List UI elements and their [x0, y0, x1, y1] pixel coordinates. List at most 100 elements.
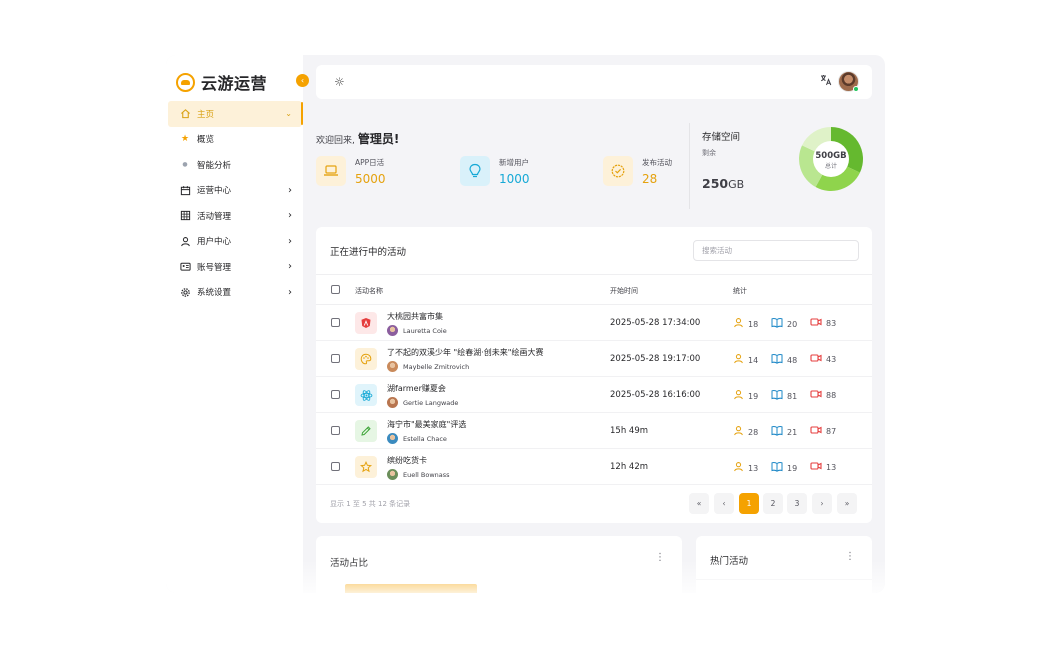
stat-value: 1000: [499, 171, 530, 186]
divider: [696, 579, 872, 580]
table-row[interactable]: 缤纷吃货卡 Euell Bownass 12h 42m 13 19 13: [316, 449, 872, 485]
avatar: [387, 361, 398, 372]
stat-value: 5000: [355, 171, 386, 186]
card-title: 正在进行中的活动: [330, 247, 407, 258]
sidebar-item-overview[interactable]: ★ 概览: [168, 127, 302, 153]
last-page-button[interactable]: »: [837, 493, 857, 514]
reads-metric: 20: [771, 317, 797, 331]
table-header: 活动名称 开始时间 统计: [316, 274, 872, 305]
sidebar-item-label: 活动管理: [197, 211, 232, 222]
react-icon: [355, 384, 377, 406]
stat-new-users: 新增用户 1000: [460, 156, 530, 186]
activity-name[interactable]: 湖farmer赚夏会: [387, 383, 446, 394]
sun-icon[interactable]: ☼: [334, 75, 345, 89]
pencil-icon: [355, 420, 377, 442]
storage-remaining-unit: GB: [728, 178, 745, 191]
book-icon: [771, 317, 783, 331]
sidebar-item-label: 智能分析: [197, 160, 232, 171]
participants-count: 18: [748, 319, 759, 329]
active-indicator: [301, 102, 303, 125]
hot-activities-card: 热门活动 ⋮: [696, 536, 872, 593]
videos-count: 43: [826, 355, 837, 364]
sidebar-item-activities[interactable]: 活动管理 ›: [168, 203, 302, 229]
page-1-button[interactable]: 1: [739, 493, 759, 514]
reads-count: 19: [787, 463, 798, 473]
participants-count: 19: [748, 391, 759, 401]
sidebar: 云游运营 主页 ⌄ ★ 概览 ● 智能分析 运营中心 › 活动管理 › 用户中心…: [166, 55, 303, 593]
more-options-icon[interactable]: ⋮: [845, 551, 855, 562]
id-card-icon: [178, 260, 192, 274]
topbar: ☼: [316, 65, 872, 99]
chevron-right-icon: ›: [288, 286, 292, 298]
stat-label: 新增用户: [499, 157, 529, 167]
sidebar-item-home[interactable]: 主页 ⌄: [168, 101, 302, 127]
storage-remaining-value: 250: [702, 176, 729, 191]
reads-count: 20: [787, 319, 798, 329]
sidebar-item-settings[interactable]: 系统设置 ›: [168, 280, 302, 306]
activity-share-card: 活动占比 ⋮: [316, 536, 682, 593]
table-row[interactable]: 海宁市"最美家庭"评选 Estella Chace 15h 49m 28 21 87: [316, 413, 872, 449]
video-icon: [810, 317, 822, 330]
dot-icon: ●: [182, 161, 188, 169]
angular-icon: [355, 312, 377, 334]
row-checkbox[interactable]: [331, 426, 340, 435]
row-checkbox[interactable]: [331, 462, 340, 471]
stat-label: APP日活: [355, 157, 385, 167]
sidebar-item-users[interactable]: 用户中心 ›: [168, 229, 302, 255]
participants-metric: 14: [733, 353, 758, 367]
more-options-icon[interactable]: ⋮: [655, 552, 665, 563]
sidebar-item-analytics[interactable]: ● 智能分析: [168, 152, 302, 178]
activity-owner: Estella Chace: [387, 433, 447, 444]
stat-daily-active: APP日活 5000: [316, 156, 386, 186]
chevron-down-icon: ⌄: [285, 109, 292, 119]
participants-metric: 18: [733, 317, 758, 331]
row-checkbox[interactable]: [331, 390, 340, 399]
welcome-greeting: 欢迎回来,: [316, 136, 355, 146]
page-3-button[interactable]: 3: [787, 493, 807, 514]
activity-name[interactable]: 大桃园共富市集: [387, 311, 443, 322]
sidebar-nav: 主页 ⌄ ★ 概览 ● 智能分析 运营中心 › 活动管理 › 用户中心 › 账号…: [168, 101, 302, 305]
search-input[interactable]: [693, 240, 859, 261]
row-checkbox[interactable]: [331, 318, 340, 327]
collapse-sidebar-button[interactable]: ‹: [296, 74, 309, 87]
participants-metric: 13: [733, 461, 758, 475]
table-row[interactable]: 大桃园共富市集 Lauretta Coie 2025-05-28 17:34:00 1…: [316, 305, 872, 341]
calendar-icon: [178, 183, 192, 197]
reads-metric: 21: [771, 425, 797, 439]
row-checkbox[interactable]: [331, 354, 340, 363]
videos-metric: 83: [810, 317, 836, 330]
sidebar-item-label: 运营中心: [197, 186, 232, 197]
sidebar-item-operations[interactable]: 运营中心 ›: [168, 178, 302, 204]
video-icon: [810, 389, 822, 402]
next-page-button[interactable]: ›: [812, 493, 832, 514]
owner-name: Estella Chace: [403, 434, 447, 443]
card-title: 热门活动: [710, 556, 749, 567]
sidebar-item-label: 系统设置: [197, 288, 232, 299]
column-header-name: 活动名称: [355, 287, 383, 295]
activity-name[interactable]: 海宁市"最美家庭"评选: [387, 419, 466, 430]
activity-name[interactable]: 了不起的双溪少年 "绘春湖·创未来"绘画大赛: [387, 347, 543, 358]
prev-page-button[interactable]: ‹: [714, 493, 734, 514]
table-row[interactable]: 湖farmer赚夏会 Gertie Langwade 2025-05-28 16:1…: [316, 377, 872, 413]
table-row[interactable]: 了不起的双溪少年 "绘春湖·创未来"绘画大赛 Maybelle Zmitrovic…: [316, 341, 872, 377]
videos-count: 13: [826, 463, 837, 472]
palette-icon: [355, 348, 377, 370]
badge-check-icon: [603, 156, 633, 186]
activity-owner: Lauretta Coie: [387, 325, 447, 336]
select-all-checkbox[interactable]: [331, 285, 340, 294]
stat-published: 发布活动 28: [603, 156, 672, 186]
star-outline-icon: [355, 456, 377, 478]
chevron-right-icon: ›: [288, 184, 292, 196]
book-icon: [771, 353, 783, 367]
app-frame: 云游运营 主页 ⌄ ★ 概览 ● 智能分析 运营中心 › 活动管理 › 用户中心…: [166, 55, 885, 593]
sidebar-item-accounts[interactable]: 账号管理 ›: [168, 254, 302, 280]
start-time: 2025-05-28 16:16:00: [610, 390, 701, 400]
card-title: 活动占比: [330, 558, 369, 569]
page-2-button[interactable]: 2: [763, 493, 783, 514]
translate-icon[interactable]: [820, 74, 832, 89]
app-logo[interactable]: 云游运营: [176, 70, 267, 94]
activity-name[interactable]: 缤纷吃货卡: [387, 455, 427, 466]
first-page-button[interactable]: «: [689, 493, 709, 514]
user-icon: [733, 317, 744, 331]
participants-count: 28: [748, 427, 759, 437]
